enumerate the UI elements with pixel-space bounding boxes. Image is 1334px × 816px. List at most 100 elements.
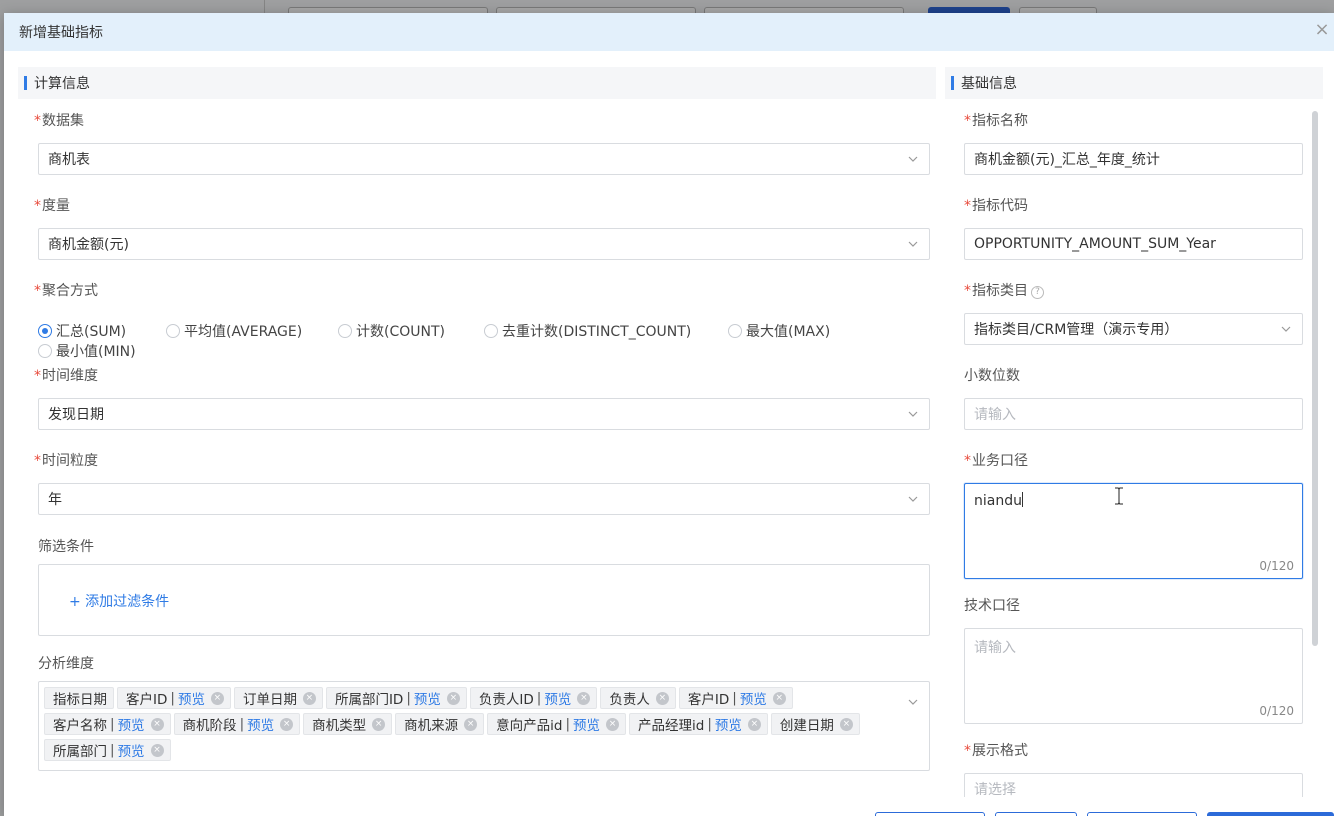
radio-dot[interactable] [484,324,498,338]
metric-name-label-text: 指标名称 [972,113,1028,129]
radio-dot[interactable] [38,324,52,338]
tag-separator: | [110,716,115,732]
measure-select[interactable]: 商机金额(元) [38,228,930,260]
radio-count[interactable]: 计数(COUNT) [338,321,445,341]
tag-separator: | [170,690,175,706]
remove-tag-icon[interactable]: × [464,717,478,731]
remove-tag-icon[interactable]: × [839,717,853,731]
preview-link[interactable]: 预览 [715,714,742,734]
dimension-tag: 商机类型 × [303,713,393,735]
remove-tag-icon[interactable]: × [372,717,386,731]
tag-separator: | [110,742,115,758]
close-icon[interactable]: × [1314,21,1330,39]
display-format-label-text: 展示格式 [972,743,1028,759]
technical-caliber-label: 技术口径 [964,598,1020,614]
display-format-label: *展示格式 [964,740,1028,760]
dimension-tag-label: 订单日期 [242,692,297,708]
radio-average[interactable]: 平均值(AVERAGE) [166,321,302,341]
remove-tag-icon[interactable]: × [577,691,591,705]
footer-button[interactable] [1087,812,1197,816]
preview-link[interactable]: 预览 [178,688,205,708]
tag-separator: | [406,690,411,706]
time-dimension-label: *时间维度 [34,365,98,385]
calc-section-header: 计算信息 [18,67,936,99]
business-caliber-textarea[interactable]: niandu 0/120 [964,483,1303,579]
dimension-tag-label: 商机类型 [312,718,367,734]
required-mark: * [34,113,41,129]
aggregation-label: *聚合方式 [34,280,98,300]
dataset-select[interactable]: 商机表 [38,143,930,175]
add-filter-button[interactable]: + 添加过滤条件 [69,591,169,611]
new-metric-dialog: 新增基础指标 × 计算信息 *数据集 商机表 *度量 商机金额(元) *聚合方式 [4,13,1334,816]
time-granularity-value: 年 [48,492,62,508]
section-accent-bar [24,76,27,90]
preview-link[interactable]: 预览 [118,740,145,760]
dimension-tag: 客户ID | 预览 × [678,687,793,709]
preview-link[interactable]: 预览 [573,714,600,734]
footer-button[interactable] [875,812,985,816]
remove-tag-icon[interactable]: × [150,717,164,731]
measure-label-text: 度量 [42,198,70,214]
text-caret [1021,492,1023,507]
preview-link[interactable]: 预览 [544,688,571,708]
preview-link[interactable]: 预览 [118,714,145,734]
preview-link[interactable]: 预览 [414,688,441,708]
remove-tag-icon[interactable]: × [655,691,669,705]
display-format-select[interactable]: 请选择 [964,773,1303,797]
decimals-input[interactable]: 请输入 [964,398,1303,430]
chevron-down-icon [908,241,918,247]
radio-distinct-count[interactable]: 去重计数(DISTINCT_COUNT) [484,321,691,341]
right-panel-scrollbar[interactable] [1312,111,1318,646]
radio-max[interactable]: 最大值(MAX) [728,321,830,341]
radio-average-label: 平均值(AVERAGE) [184,324,303,340]
remove-tag-icon[interactable]: × [210,691,224,705]
remove-tag-icon[interactable]: × [446,691,460,705]
metric-code-input[interactable]: OPPORTUNITY_AMOUNT_SUM_Year [964,228,1303,260]
technical-caliber-textarea[interactable]: 请输入 0/120 [964,628,1303,724]
remove-tag-icon[interactable]: × [302,691,316,705]
dimension-tag-label: 负责人 [609,692,650,708]
remove-tag-icon[interactable]: × [772,691,786,705]
analysis-dims-select[interactable]: 指标日期 客户ID | 预览 × 订单日期 × 所属部门ID | 预览 × 负责人ID | 预览 × 负责人 ×… [38,681,930,771]
chevron-down-icon [908,156,918,162]
metric-code-label: *指标代码 [964,195,1028,215]
footer-primary-button[interactable] [1207,812,1334,816]
radio-dot[interactable] [338,324,352,338]
metric-name-value: 商机金额(元)_汇总_年度_统计 [974,152,1160,168]
time-granularity-select[interactable]: 年 [38,483,930,515]
metric-category-select[interactable]: 指标类目/CRM管理（演示专用） [964,313,1303,345]
time-dimension-select[interactable]: 发现日期 [38,398,930,430]
required-mark: * [964,283,971,299]
preview-link[interactable]: 预览 [740,688,767,708]
footer-button[interactable] [995,812,1077,816]
business-caliber-value: niandu [974,493,1022,509]
radio-dot[interactable] [728,324,742,338]
required-mark: * [964,453,971,469]
dimension-tag: 客户ID | 预览 × [117,687,231,709]
required-mark: * [34,283,41,299]
tag-separator: | [239,716,245,732]
display-format-placeholder: 请选择 [974,782,1016,797]
radio-dot[interactable] [38,344,52,358]
dimension-tag-label: 创建日期 [779,718,834,734]
dimension-tag-label: 客户ID [687,692,730,708]
business-caliber-label-text: 业务口径 [972,453,1028,469]
radio-sum[interactable]: 汇总(SUM) [38,321,126,341]
radio-dot[interactable] [166,324,180,338]
metric-category-value: 指标类目/CRM管理（演示专用） [974,322,1179,338]
time-granularity-label: *时间粒度 [34,450,98,470]
radio-min[interactable]: 最小值(MIN) [38,341,136,361]
remove-tag-icon[interactable]: × [747,717,761,731]
preview-link[interactable]: 预览 [247,714,274,734]
metric-code-label-text: 指标代码 [972,198,1028,214]
dimension-tag-label: 客户ID [126,692,168,708]
help-icon[interactable]: ? [1031,286,1044,299]
remove-tag-icon[interactable]: × [150,743,164,757]
dimension-tag: 创建日期 × [770,713,860,735]
dimension-tag: 负责人ID | 预览 × [469,687,598,709]
remove-tag-icon[interactable]: × [606,717,620,731]
filter-box: + 添加过滤条件 [38,564,930,636]
metric-name-input[interactable]: 商机金额(元)_汇总_年度_统计 [964,143,1303,175]
remove-tag-icon[interactable]: × [280,717,294,731]
business-caliber-label: *业务口径 [964,450,1028,470]
